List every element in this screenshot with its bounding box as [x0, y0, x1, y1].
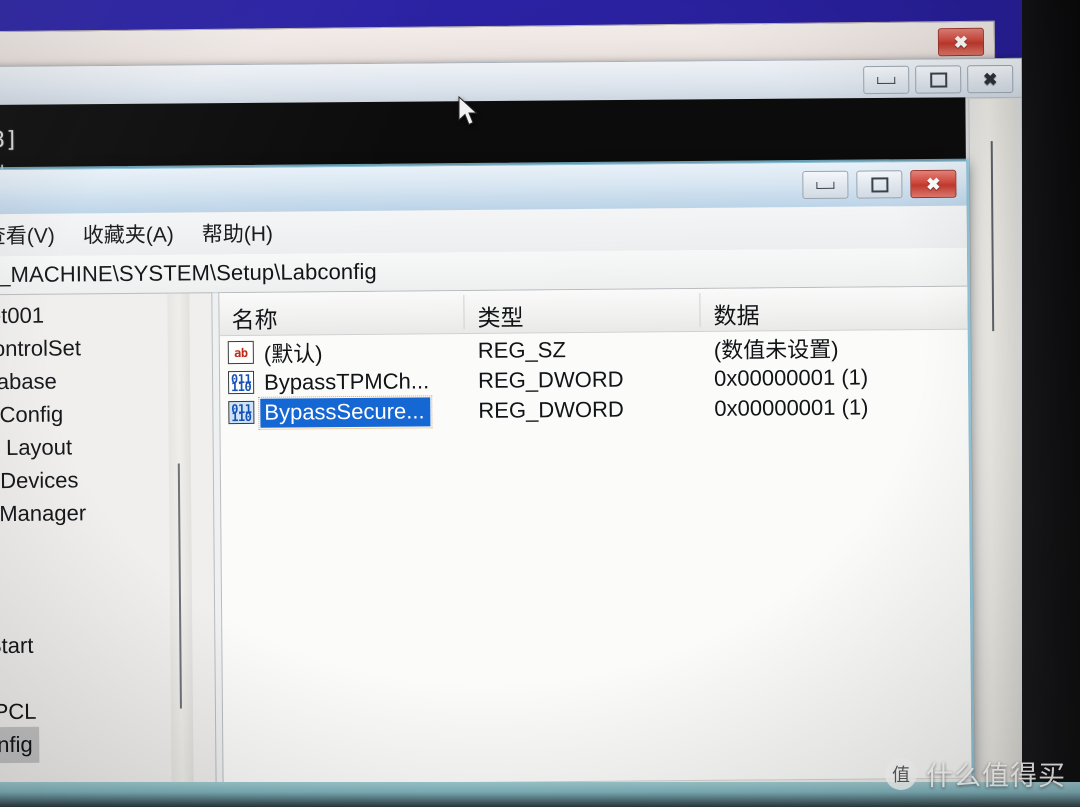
close-icon: ✖ [983, 69, 998, 89]
menu-item-view[interactable]: 查看(V) [0, 217, 69, 252]
minimize-icon [877, 76, 896, 84]
tree-item[interactable]: ntrolSet001 [0, 296, 192, 331]
value-data: (数值未设置) [713, 336, 839, 363]
tree-item[interactable]: SETUPCL [0, 692, 195, 727]
tree-item[interactable]: ect [0, 560, 194, 595]
console-maximize-button[interactable] [915, 65, 962, 94]
console-window-controls: ✖ [863, 64, 1014, 95]
column-header-data[interactable]: 数据 [713, 296, 759, 330]
tree-item-label: verDatabase [0, 368, 57, 395]
tree-vertical-scrollbar[interactable] [167, 293, 194, 788]
tree-item[interactable]: AllowStart [0, 626, 195, 661]
registry-maximize-button[interactable] [856, 170, 903, 199]
column-divider[interactable] [463, 295, 465, 330]
column-header-type[interactable]: 类型 [477, 299, 523, 333]
registry-key-tree[interactable]: ntrolSet001 rrentControlSet verDatabase … [0, 292, 217, 807]
console-minimize-button[interactable] [863, 65, 910, 95]
address-bar-path: AL_MACHINE\SYSTEM\Setup\Labconfig [0, 258, 377, 288]
tree-item-label: rrentControlSet [0, 335, 82, 362]
screen-photo: ✖ ✖ 0.318] 有权利。 [0, 0, 1080, 807]
tree-item[interactable]: G [0, 527, 194, 562]
watermark-logo-icon: 值 [885, 757, 917, 790]
value-type: REG_DWORD [478, 396, 624, 423]
minimize-icon [816, 181, 835, 189]
tree-item-label: ountedDevices [0, 467, 79, 494]
watermark: 值 什么值得买 [885, 754, 1066, 793]
registry-editor-window[interactable]: ✖ 查看(V) 收藏夹(A) 帮助(H) AL_MACHINE\SYSTEM\S… [0, 158, 975, 807]
value-type: REG_SZ [477, 337, 566, 363]
tree-item[interactable]: yboard Layout [0, 428, 193, 463]
tree-item[interactable]: up [0, 593, 194, 628]
value-type: REG_DWORD [477, 366, 624, 393]
column-header-name[interactable]: 名称 [231, 301, 277, 335]
close-icon: ✖ [953, 32, 969, 52]
value-data: 0x00000001 (1) [713, 364, 869, 391]
tree-item[interactable]: ountedDevices [0, 461, 193, 496]
list-rows-container: ab (默认) REG_SZ (数值未设置) 011 110 BypassTPMC… [220, 330, 969, 430]
registry-minimize-button[interactable] [802, 170, 849, 200]
monitor-bezel-right [1022, 0, 1080, 807]
table-row-selected[interactable]: 011 110 BypassSecure... REG_DWORD 0x00000… [220, 392, 968, 430]
console-vertical-scrollbar[interactable] [968, 98, 1021, 797]
tree-item-label: rdwareConfig [0, 401, 64, 428]
column-divider[interactable] [699, 292, 701, 327]
maximize-icon [929, 71, 947, 88]
value-data: 0x00000001 (1) [714, 394, 869, 421]
tree-item-label: Labconfig [0, 726, 40, 764]
close-icon: ✖ [926, 174, 941, 194]
console-scrollbar-thumb[interactable] [990, 141, 995, 332]
console-close-button[interactable]: ✖ [967, 64, 1014, 94]
tree-item-label: ntrolSet001 [0, 302, 45, 329]
background-window-close-button[interactable]: ✖ [937, 27, 985, 57]
tree-item[interactable]: rdwareConfig [0, 395, 192, 430]
tree-item-label: sourceManager [0, 500, 87, 527]
value-name: BypassSecure... [258, 394, 433, 430]
tree-item[interactable]: rrentControlSet [0, 329, 192, 364]
registry-values-list[interactable]: 名称 类型 数据 ab (默认) REG_SZ (数值未设置) 011 110 … [218, 285, 972, 807]
registry-close-button[interactable]: ✖ [910, 169, 957, 199]
list-column-headers: 名称 类型 数据 [219, 286, 968, 337]
tree-items-container: ntrolSet001 rrentControlSet verDatabase … [0, 296, 196, 807]
tree-item[interactable]: sourceManager [0, 494, 193, 529]
dword-value-icon: 011 110 [228, 400, 255, 425]
value-name: BypassTPMCh... [263, 368, 430, 395]
string-value-icon: ab [227, 340, 254, 365]
maximize-icon [870, 176, 888, 192]
tree-scrollbar-thumb[interactable] [177, 463, 182, 709]
menu-item-help[interactable]: 帮助(H) [188, 216, 287, 251]
menu-item-favorites[interactable]: 收藏夹(A) [69, 216, 188, 251]
watermark-text: 什么值得买 [926, 761, 1066, 792]
registry-window-controls: ✖ [802, 169, 957, 200]
tree-item-label: yboard Layout [0, 434, 73, 461]
tree-item-labconfig[interactable]: Labconfig [0, 725, 195, 764]
value-name: (默认) [263, 341, 323, 367]
tree-item[interactable]: Pid [0, 659, 195, 694]
tree-item-label: AllowStart [0, 632, 34, 659]
tree-item[interactable]: verDatabase [0, 362, 192, 397]
tree-item-label: SETUPCL [0, 698, 37, 725]
editor-split-panes: ntrolSet001 rrentControlSet verDatabase … [0, 285, 972, 807]
dword-value-icon: 011 110 [227, 370, 255, 395]
